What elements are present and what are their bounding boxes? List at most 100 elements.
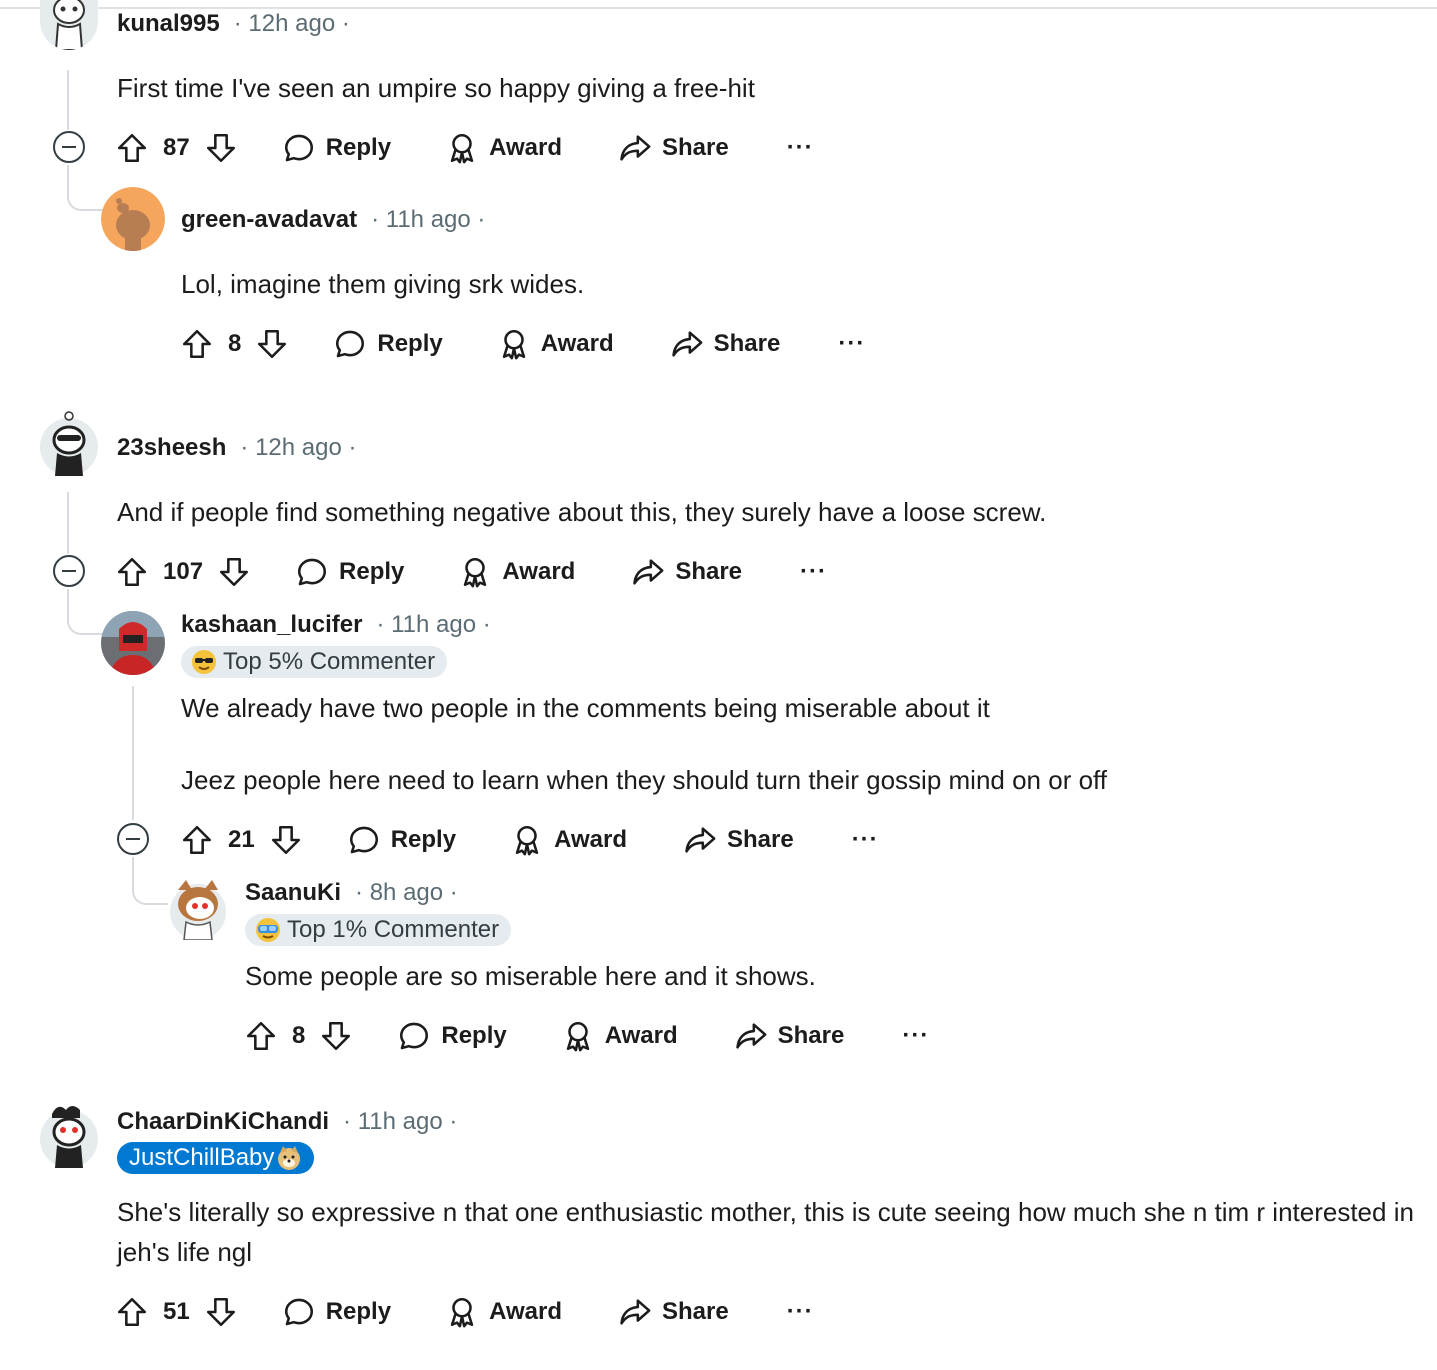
vote-score: 8 — [292, 1022, 306, 1049]
comment-body: Jeez people here need to learn when they… — [181, 765, 1108, 795]
share-button[interactable]: Share — [670, 327, 780, 361]
comment-body: And if people find something negative ab… — [117, 497, 1047, 527]
share-arrow-icon — [734, 1019, 768, 1053]
comment-bubble-icon — [295, 555, 329, 589]
upvote-icon[interactable] — [115, 1295, 149, 1329]
comment-author[interactable]: kunal995 — [117, 10, 220, 38]
thread-connector — [67, 589, 103, 635]
share-button[interactable]: Share — [683, 823, 794, 857]
upvote-icon[interactable] — [244, 1019, 278, 1053]
award-icon — [445, 131, 479, 165]
thread-connector — [67, 165, 103, 211]
vote-score: 8 — [228, 330, 242, 357]
vote-score: 107 — [163, 558, 204, 585]
comment-body: Some people are so miserable here and it… — [245, 961, 816, 991]
award-button[interactable]: Award — [510, 823, 627, 857]
comment-body: Lol, imagine them giving srk wides. — [181, 269, 585, 299]
avatar[interactable] — [40, 1102, 98, 1168]
avatar[interactable] — [40, 410, 98, 476]
goggles-emoji-icon — [256, 918, 280, 942]
avatar[interactable] — [101, 611, 165, 675]
downvote-icon[interactable] — [319, 1019, 353, 1053]
reply-button[interactable]: Reply — [347, 823, 456, 857]
comment-author[interactable]: 23sheesh — [117, 434, 226, 462]
commenter-flair: Top 1% Commenter — [245, 914, 512, 946]
reply-button[interactable]: Reply — [333, 327, 443, 361]
downvote-icon[interactable] — [255, 327, 289, 361]
thread-connector — [132, 857, 168, 905]
comment-body: First time I've seen an umpire so happy … — [117, 73, 755, 103]
collapse-minus-icon[interactable] — [117, 823, 149, 855]
comment-time: · 12h ago · — [233, 10, 350, 37]
share-button[interactable]: Share — [618, 131, 729, 165]
reply-button[interactable]: Reply — [282, 1295, 391, 1329]
comment-author[interactable]: kashaan_lucifer — [181, 611, 362, 639]
share-arrow-icon — [670, 327, 704, 361]
share-arrow-icon — [683, 823, 717, 857]
reply-button[interactable]: Reply — [397, 1019, 507, 1053]
thread-line — [67, 70, 69, 130]
vote-score: 51 — [163, 1298, 190, 1325]
collapse-minus-icon[interactable] — [53, 555, 85, 587]
downvote-icon[interactable] — [204, 131, 238, 165]
comment-author[interactable]: SaanuKi — [245, 879, 341, 907]
more-options-icon[interactable]: ··· — [902, 1022, 929, 1050]
reply-button[interactable]: Reply — [282, 131, 391, 165]
comment-time: · 8h ago · — [355, 879, 458, 906]
upvote-icon[interactable] — [180, 823, 214, 857]
commenter-flair: Top 5% Commenter — [181, 646, 448, 678]
reply-button[interactable]: Reply — [295, 555, 404, 589]
vote-score: 21 — [228, 826, 255, 853]
collapse-minus-icon[interactable] — [53, 131, 85, 163]
share-arrow-icon — [631, 555, 665, 589]
award-button[interactable]: Award — [445, 1295, 562, 1329]
award-icon — [510, 823, 544, 857]
comment-author[interactable]: ChaarDinKiChandi — [117, 1108, 329, 1136]
award-button[interactable]: Award — [497, 327, 614, 361]
comment-body: She's literally so expressive n that one… — [117, 1197, 1414, 1267]
award-button[interactable]: Award — [445, 131, 562, 165]
comment-author[interactable]: green-avadavat — [181, 206, 357, 234]
comment-time: · 11h ago · — [371, 206, 486, 233]
upvote-icon[interactable] — [180, 327, 214, 361]
comment-bubble-icon — [333, 327, 367, 361]
comment-time: · 12h ago · — [240, 434, 357, 461]
doge-emoji-icon — [278, 1146, 301, 1170]
downvote-icon[interactable] — [217, 555, 251, 589]
comment-time: · 11h ago · — [343, 1108, 458, 1135]
share-button[interactable]: Share — [734, 1019, 844, 1053]
avatar[interactable] — [40, 0, 98, 50]
user-flair: JustChillBaby — [117, 1142, 315, 1174]
award-icon — [445, 1295, 479, 1329]
upvote-icon[interactable] — [115, 555, 149, 589]
thread-line — [67, 492, 69, 554]
more-options-icon[interactable]: ··· — [787, 134, 814, 162]
award-icon — [458, 555, 492, 589]
comment-bubble-icon — [282, 131, 316, 165]
award-button[interactable]: Award — [561, 1019, 678, 1053]
share-arrow-icon — [618, 1295, 652, 1329]
vote-score: 87 — [163, 134, 190, 161]
award-icon — [561, 1019, 595, 1053]
more-options-icon[interactable]: ··· — [838, 330, 865, 358]
downvote-icon[interactable] — [269, 823, 303, 857]
thread-line — [132, 686, 134, 820]
comment-bubble-icon — [347, 823, 381, 857]
more-options-icon[interactable]: ··· — [787, 1298, 814, 1326]
avatar[interactable] — [101, 187, 165, 251]
share-arrow-icon — [618, 131, 652, 165]
comment-time: · 11h ago · — [376, 611, 491, 638]
comment-bubble-icon — [397, 1019, 431, 1053]
more-options-icon[interactable]: ··· — [852, 826, 879, 854]
award-icon — [497, 327, 531, 361]
avatar[interactable] — [168, 876, 228, 940]
downvote-icon[interactable] — [204, 1295, 238, 1329]
award-button[interactable]: Award — [458, 555, 575, 589]
comment-bubble-icon — [282, 1295, 316, 1329]
share-button[interactable]: Share — [631, 555, 742, 589]
upvote-icon[interactable] — [115, 131, 149, 165]
more-options-icon[interactable]: ··· — [800, 558, 827, 586]
comment-body: We already have two people in the commen… — [181, 693, 990, 723]
sunglasses-emoji-icon — [192, 650, 216, 674]
share-button[interactable]: Share — [618, 1295, 729, 1329]
